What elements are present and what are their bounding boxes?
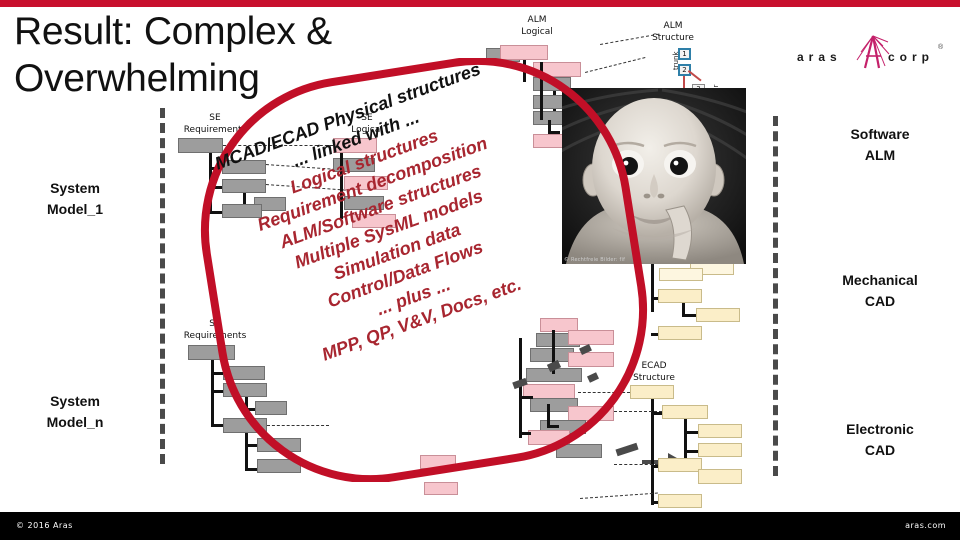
tree-connector [519,432,531,435]
tree-title-se-requirements-1: SE Requirements [170,112,260,136]
label-system-model-n-line1: System [50,393,100,409]
tree-title-alm-structure-line2: Structure [652,33,694,43]
label-electronic-cad-line1: Electronic [846,421,914,437]
tree-title-alm-structure-line1: ALM [663,21,683,31]
tree-connector [684,450,698,453]
label-electronic-cad-line2: CAD [864,442,896,458]
tree-title-se-requirements-1-line2: Requirements [183,125,247,135]
label-system-model-1: System Model_1 [0,178,150,220]
footer-copyright: © 2016 Aras [16,521,73,530]
label-software-alm-line2: ALM [864,147,896,163]
tree-link-dashed [580,492,658,499]
label-mechanical-cad-line2: CAD [864,293,896,309]
divider-right-dashed [773,116,778,476]
footer-bar [0,512,960,540]
tree-connector [684,431,698,434]
footer-website[interactable]: aras.com [905,521,946,530]
tree-node [568,406,614,421]
label-electronic-cad: Electronic CAD [810,419,950,461]
label-mechanical-cad-line1: Mechanical [842,272,918,288]
logo-text-corp: corp [888,50,935,64]
aras-starburst-icon [856,35,890,69]
tree-link-dashed [614,411,662,412]
label-system-model-1-line1: System [50,180,100,196]
tree-node [424,482,458,495]
label-software-alm-line1: Software [850,126,910,142]
tree-link-dashed [614,464,658,465]
flow-arrow-icon [586,372,600,383]
tree-node [658,458,702,472]
tree-title-alm-logical-line1: ALM [527,15,547,25]
tree-title-alm-structure: ALM Structure [628,20,718,44]
tree-node [420,455,456,469]
tree-connector [682,314,696,317]
logo-text-aras: aras [797,50,842,64]
tree-title-ecad-structure-line1: ECAD [641,361,667,371]
tree-connector [684,419,687,459]
tree-link-dashed [578,392,630,393]
label-mechanical-cad: Mechanical CAD [810,270,950,312]
label-system-model-n-line2: Model_n [46,414,104,430]
slide-canvas: Result: Complex & Overwhelming aras corp… [0,0,960,540]
tree-node [696,308,740,322]
tree-connector [547,425,559,428]
label-system-model-1-line2: Model_1 [46,201,103,217]
tree-node [698,424,742,438]
tree-node [658,494,702,508]
alm-structure-node-1: 1 [678,48,691,60]
tree-title-ecad-structure: ECAD Structure [609,360,699,384]
tree-node [658,289,702,303]
tree-connector [519,396,533,399]
tree-node [528,430,570,445]
tree-node [630,385,674,399]
tree-title-se-requirements-1-line1: SE [209,113,221,123]
tree-title-ecad-structure-line2: Structure [633,373,675,383]
flow-arrow-icon [615,442,639,457]
tree-link-dashed [585,57,646,73]
aras-corp-logo: aras corp ® [795,34,947,80]
tree-node [662,405,708,419]
tree-node [556,444,602,458]
divider-left-dashed [160,108,165,464]
tree-node [658,326,702,340]
tree-node [659,268,703,281]
tree-node [698,469,742,484]
registered-trademark-icon: ® [938,44,944,51]
label-software-alm: Software ALM [810,124,950,166]
label-system-model-n: System Model_n [0,391,150,433]
top-accent-bar [0,0,960,7]
tree-node [698,443,742,457]
page-title-line-1: Result: Complex & [14,10,332,53]
